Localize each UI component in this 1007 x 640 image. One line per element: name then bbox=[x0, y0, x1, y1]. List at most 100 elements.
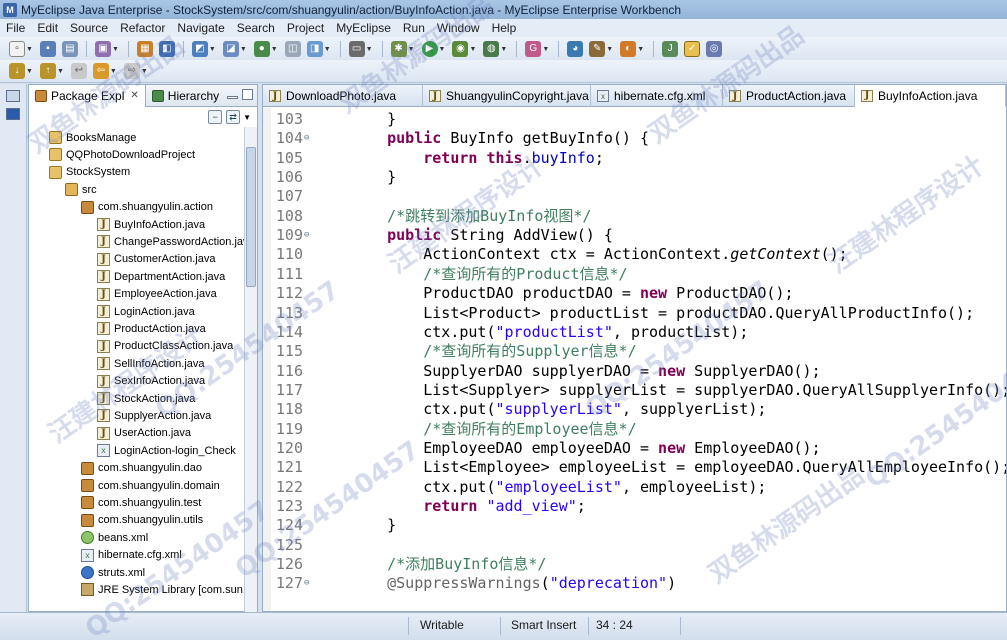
tree-item[interactable]: com.shuangyulin.utils bbox=[81, 512, 203, 529]
previous-annotation-icon[interactable]: ↑ bbox=[39, 63, 56, 79]
tree-item[interactable]: QQPhotoDownloadProject bbox=[49, 146, 195, 163]
close-icon[interactable]: ✕ bbox=[130, 90, 138, 101]
tree-item[interactable]: J CustomerAction.java bbox=[97, 251, 216, 268]
editor-tab[interactable]: J BuyInfoAction.java bbox=[855, 85, 1006, 107]
search-tool-icon[interactable]: ✎ bbox=[589, 41, 606, 57]
editor-tab[interactable]: J ProductAction.java bbox=[723, 85, 855, 107]
tree-item[interactable]: J LoginAction.java bbox=[97, 303, 195, 320]
minimize-icon[interactable] bbox=[227, 96, 238, 99]
dropdown-arrow-icon[interactable]: ▼ bbox=[271, 46, 278, 53]
browser-icon[interactable]: ● bbox=[253, 41, 270, 57]
tree-item[interactable]: J SellInfoAction.java bbox=[97, 355, 205, 372]
perspective-other-icon[interactable]: ◎ bbox=[706, 41, 723, 57]
restore-view-icon[interactable] bbox=[6, 90, 20, 102]
dropdown-arrow-icon[interactable]: ▼ bbox=[500, 46, 507, 53]
dropdown-arrow-icon[interactable]: ▼ bbox=[469, 46, 476, 53]
debug-icon[interactable]: ✱ bbox=[390, 41, 407, 57]
tree-item[interactable]: J StockAction.java bbox=[97, 390, 195, 407]
tab-package-explorer[interactable]: Package Expl ✕ bbox=[29, 84, 146, 107]
editor-tab[interactable]: J ShuangyulinCopyright.java bbox=[423, 85, 591, 107]
scrollbar-thumb[interactable] bbox=[246, 147, 256, 287]
tree-item[interactable]: JRE System Library [com.sun.java bbox=[81, 581, 257, 598]
run-server-icon[interactable]: ◪ bbox=[222, 41, 239, 57]
editor-tab[interactable]: x hibernate.cfg.xml bbox=[591, 85, 723, 107]
dropdown-arrow-icon[interactable]: ▼ bbox=[324, 46, 331, 53]
fold-toggle-icon[interactable]: ⊖ bbox=[304, 129, 309, 148]
menu-project[interactable]: Project bbox=[281, 21, 330, 35]
minimized-view-icon[interactable] bbox=[6, 108, 20, 120]
deploy-icon[interactable]: ◧ bbox=[158, 41, 175, 57]
toggle-icon[interactable]: ◐ bbox=[620, 41, 637, 57]
tree-item[interactable]: struts.xml bbox=[81, 564, 145, 581]
menu-search[interactable]: Search bbox=[231, 21, 281, 35]
dropdown-arrow-icon[interactable]: ▼ bbox=[637, 46, 644, 53]
new-icon[interactable]: ▫ bbox=[9, 41, 25, 57]
menu-run[interactable]: Run bbox=[397, 21, 431, 35]
dropdown-arrow-icon[interactable]: ▼ bbox=[141, 68, 148, 75]
tree-item[interactable]: J SexInfoAction.java bbox=[97, 373, 205, 390]
perspective-java-icon[interactable]: J bbox=[662, 41, 679, 57]
dropdown-arrow-icon[interactable]: ▼ bbox=[26, 46, 33, 53]
dropdown-arrow-icon[interactable]: ▼ bbox=[110, 68, 117, 75]
dropdown-arrow-icon[interactable]: ▼ bbox=[57, 68, 64, 75]
dropdown-arrow-icon[interactable]: ▼ bbox=[439, 46, 446, 53]
package-icon[interactable]: ▦ bbox=[136, 41, 153, 57]
tree-item[interactable]: com.shuangyulin.test bbox=[81, 494, 201, 511]
form-icon[interactable]: ◫ bbox=[284, 41, 301, 57]
tree-item[interactable]: src bbox=[65, 181, 97, 198]
forward-icon[interactable]: ⇨ bbox=[123, 63, 140, 79]
fold-toggle-icon[interactable]: ⊖ bbox=[304, 574, 309, 593]
tree-item[interactable]: J ProductClassAction.java bbox=[97, 338, 233, 355]
tree-item[interactable]: com.shuangyulin.action bbox=[81, 199, 213, 216]
tab-hierarchy[interactable]: Hierarchy bbox=[146, 85, 225, 107]
dropdown-arrow-icon[interactable]: ▼ bbox=[408, 46, 415, 53]
print-icon[interactable]: ▤ bbox=[61, 41, 78, 57]
maximize-icon[interactable] bbox=[242, 89, 253, 100]
perspective-myeclipse-icon[interactable]: ✓ bbox=[684, 41, 701, 57]
menu-source[interactable]: Source bbox=[64, 21, 114, 35]
tree-item[interactable]: beans.xml bbox=[81, 529, 148, 546]
next-annotation-icon[interactable]: ↓ bbox=[9, 63, 25, 79]
tree-scrollbar[interactable] bbox=[244, 127, 257, 613]
tree-item[interactable]: StockSystem bbox=[49, 164, 130, 181]
menu-refactor[interactable]: Refactor bbox=[114, 21, 171, 35]
image-icon[interactable]: ◨ bbox=[306, 41, 323, 57]
tree-item[interactable]: BooksManage bbox=[49, 129, 136, 146]
open-type-icon[interactable]: ▣ bbox=[94, 41, 111, 57]
dropdown-arrow-icon[interactable]: ▼ bbox=[240, 46, 247, 53]
fold-toggle-icon[interactable]: ⊖ bbox=[304, 226, 309, 245]
tree-item[interactable]: J ChangePasswordAction.java bbox=[97, 233, 255, 250]
last-edit-location-icon[interactable]: ↩ bbox=[70, 63, 87, 79]
menu-navigate[interactable]: Navigate bbox=[171, 21, 230, 35]
tree-item[interactable]: x LoginAction-login_Check bbox=[97, 442, 236, 459]
tree-item[interactable]: J ProductAction.java bbox=[97, 320, 206, 337]
dropdown-arrow-icon[interactable]: ▼ bbox=[366, 46, 373, 53]
dropdown-arrow-icon[interactable]: ▼ bbox=[26, 68, 33, 75]
tree-item[interactable]: com.shuangyulin.dao bbox=[81, 460, 202, 477]
dropdown-arrow-icon[interactable]: ▼ bbox=[542, 46, 549, 53]
menu-help[interactable]: Help bbox=[486, 21, 523, 35]
tree-item[interactable]: J BuyInfoAction.java bbox=[97, 216, 205, 233]
tree-item[interactable]: J DepartmentAction.java bbox=[97, 268, 225, 285]
dropdown-arrow-icon[interactable]: ▼ bbox=[112, 46, 119, 53]
menu-file[interactable]: File bbox=[0, 21, 31, 35]
view-menu-icon[interactable]: ▼ bbox=[243, 113, 251, 122]
dropdown-arrow-icon[interactable]: ▼ bbox=[209, 46, 216, 53]
run-icon[interactable]: ▶ bbox=[421, 41, 438, 57]
coverage-icon[interactable]: ◉ bbox=[452, 41, 469, 57]
menu-window[interactable]: Window bbox=[431, 21, 486, 35]
back-icon[interactable]: ⇦ bbox=[92, 63, 109, 79]
save-icon[interactable]: ▪ bbox=[39, 41, 56, 57]
menu-myeclipse[interactable]: MyEclipse bbox=[330, 21, 397, 35]
code-area[interactable]: 103 } 104 ⊖ public BuyInfo getBuyInfo() {1… bbox=[263, 108, 1006, 611]
editor-tab[interactable]: J DownloadPhoto.java bbox=[263, 85, 423, 107]
tree-item[interactable]: J EmployeeAction.java bbox=[97, 286, 217, 303]
tree-item[interactable]: J SupplyerAction.java bbox=[97, 407, 211, 424]
link-with-editor-icon[interactable]: ⇄ bbox=[226, 110, 241, 124]
dropdown-arrow-icon[interactable]: ▼ bbox=[606, 46, 613, 53]
tree-item[interactable]: J UserAction.java bbox=[97, 425, 191, 442]
console-icon[interactable]: ▭ bbox=[348, 41, 365, 57]
external-tools-icon[interactable]: ◍ bbox=[483, 41, 500, 57]
open-perspective-icon[interactable]: ◕ bbox=[567, 41, 584, 57]
new-class-icon[interactable]: G bbox=[525, 41, 542, 57]
